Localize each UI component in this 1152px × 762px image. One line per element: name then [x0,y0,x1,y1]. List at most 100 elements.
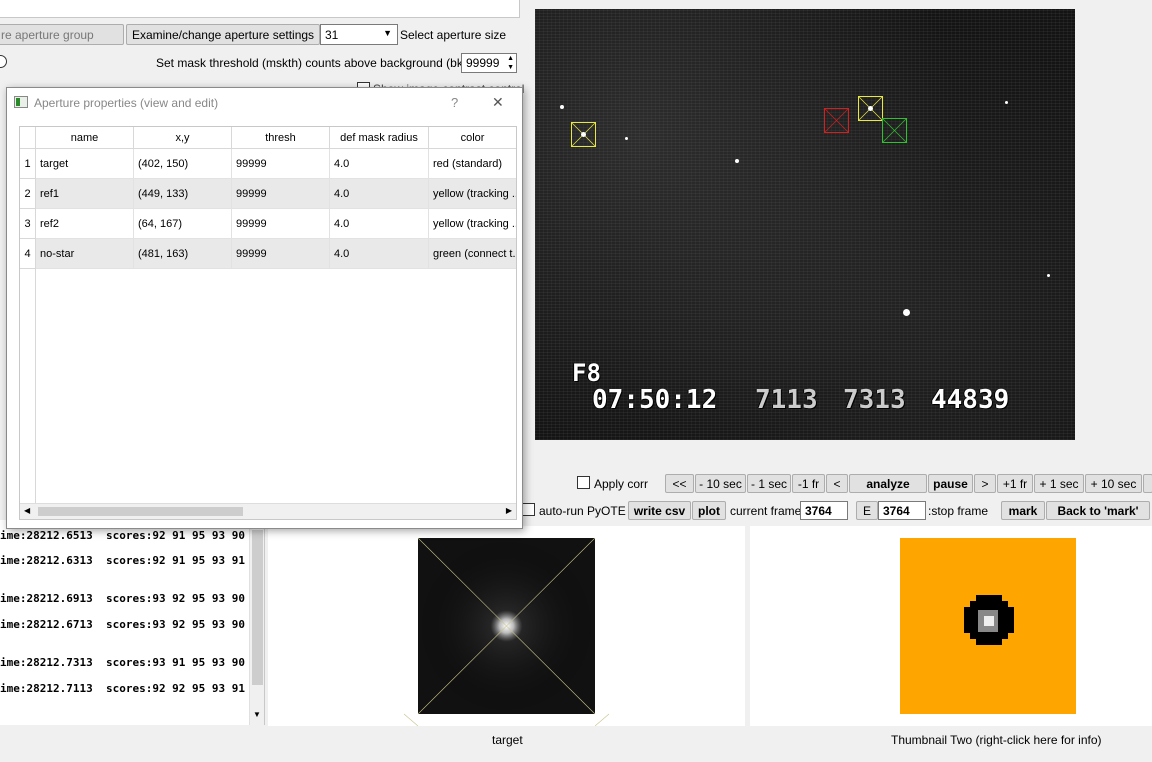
table-horizontal-scrollbar[interactable]: ◀ ▶ [20,503,516,519]
row-header-filler [20,269,36,504]
apply-corr-checkbox[interactable] [577,476,590,489]
aperture-ref2[interactable] [571,122,596,147]
cell-xy[interactable]: (64, 167) [134,209,232,239]
mask-threshold-label: Set mask threshold (mskth) counts above … [156,56,487,70]
column-header-xy[interactable]: x,y [134,127,232,149]
cell-name[interactable]: ref2 [36,209,134,239]
thumbnail-one-label: target [492,733,523,747]
star [1005,101,1008,104]
window-app-icon [14,96,28,108]
analyze-button[interactable]: analyze [849,474,927,493]
examine-aperture-settings-button[interactable]: Examine/change aperture settings [126,24,320,45]
mask-threshold-spinbox[interactable]: 99999 ▲ ▼ [461,53,517,73]
radio-button[interactable] [0,55,7,68]
osd-number-3: 44839 [931,385,1010,415]
cell-color[interactable]: yellow (tracking ... [429,179,516,209]
step-back-button[interactable]: < [826,474,848,493]
log-scroll-thumb[interactable] [252,530,263,685]
log-panel[interactable]: ime:28212.6513 scores:92 91 95 93 90 ime… [0,520,265,725]
column-header-mask-radius[interactable]: def mask radius [330,127,429,149]
plus-1-sec-button[interactable]: + 1 sec [1034,474,1084,493]
aperture-size-label: Select aperture size [400,28,507,42]
column-header-color[interactable]: color [429,127,516,149]
aperture-ref1[interactable] [858,96,883,121]
mask-threshold-value: 99999 [466,56,500,70]
star [735,159,739,163]
video-frame[interactable]: F8 07:50:12 7113 7313 44839 [535,9,1075,440]
stop-frame-field[interactable]: 3764 [878,501,926,520]
scroll-down-icon[interactable]: ▼ [253,710,261,719]
rewind-all-button[interactable]: << [665,474,694,493]
e-button[interactable]: E [856,501,878,520]
thumbnail-two-label: Thumbnail Two (right-click here for info… [891,733,1102,747]
pause-button[interactable]: pause [928,474,973,493]
thumbnail-two-image [900,538,1076,714]
table-scroll-thumb[interactable] [38,507,243,516]
apply-corr-label: Apply corr [594,477,649,491]
current-frame-field[interactable]: 3764 [800,501,848,520]
aperture-table[interactable]: name x,y thresh def mask radius color 1 … [19,126,517,520]
cell-thresh[interactable]: 99999 [232,149,330,179]
aperture-size-select[interactable]: 31 ▼ [320,24,398,45]
cell-xy[interactable]: (481, 163) [134,239,232,269]
cell-xy[interactable]: (449, 133) [134,179,232,209]
cell-thresh[interactable]: 99999 [232,179,330,209]
plot-button[interactable]: plot [692,501,726,520]
column-header-name[interactable]: name [36,127,134,149]
cell-name[interactable]: no-star [36,239,134,269]
help-icon[interactable]: ? [451,95,458,110]
row-header[interactable]: 4 [20,239,36,269]
aperture-group-button[interactable]: re aperture group [0,24,124,45]
auto-run-pyote-checkbox[interactable] [522,503,535,516]
column-header-thresh[interactable]: thresh [232,127,330,149]
log-line: ime:28212.7313 scores:93 91 95 93 90 [0,656,246,669]
cell-mask-radius[interactable]: 4.0 [330,179,429,209]
thumbnail-two-panel[interactable] [750,526,1152,726]
minus-10-sec-button[interactable]: - 10 sec [695,474,746,493]
thumbnail-one-panel[interactable] [268,526,745,726]
spin-arrows-icon[interactable]: ▲ ▼ [507,54,514,72]
log-line: ime:28212.6513 scores:92 91 95 93 90 [0,529,246,542]
cell-thresh[interactable]: 99999 [232,209,330,239]
back-to-mark-button[interactable]: Back to 'mark' [1046,501,1150,520]
dialog-title: Aperture properties (view and edit) [34,96,219,110]
cell-color[interactable]: red (standard) [429,149,516,179]
aperture-target[interactable] [824,108,849,133]
cell-thresh[interactable]: 99999 [232,239,330,269]
plus-1-frame-button[interactable]: +1 fr [997,474,1033,493]
row-header[interactable]: 1 [20,149,36,179]
cell-color[interactable]: yellow (tracking ... [429,209,516,239]
aperture-no-star[interactable] [882,118,907,143]
cell-name[interactable]: ref1 [36,179,134,209]
step-forward-button[interactable]: > [974,474,996,493]
star [1047,274,1050,277]
minus-1-sec-button[interactable]: - 1 sec [747,474,791,493]
thumbnail-one-image [403,537,610,726]
cell-mask-radius[interactable]: 4.0 [330,239,429,269]
write-csv-button[interactable]: write csv [628,501,691,520]
row-header[interactable]: 3 [20,209,36,239]
cell-color[interactable]: green (connect t... [429,239,516,269]
minus-1-frame-button[interactable]: -1 fr [792,474,825,493]
close-icon[interactable]: ✕ [492,94,504,111]
cell-xy[interactable]: (402, 150) [134,149,232,179]
log-scrollbar[interactable]: ▼ [249,520,264,725]
cell-mask-radius[interactable]: 4.0 [330,209,429,239]
mark-button[interactable]: mark [1001,501,1045,520]
cell-mask-radius[interactable]: 4.0 [330,149,429,179]
dialog-title-bar[interactable]: Aperture properties (view and edit) ? ✕ [7,88,522,118]
star [625,137,628,140]
aperture-properties-dialog[interactable]: Aperture properties (view and edit) ? ✕ … [6,87,523,529]
table-corner [20,127,36,149]
row-header[interactable]: 2 [20,179,36,209]
osd-number-2: 7313 [843,385,906,415]
cell-name[interactable]: target [36,149,134,179]
overflow-button[interactable] [1143,474,1152,493]
plus-10-sec-button[interactable]: + 10 sec [1085,474,1142,493]
scroll-right-icon[interactable]: ▶ [506,506,512,515]
auto-run-pyote-label: auto-run PyOTE [539,504,626,518]
star [560,105,564,109]
log-line: ime:28212.6313 scores:92 91 95 93 91 [0,554,246,567]
scroll-left-icon[interactable]: ◀ [24,506,30,515]
chevron-down-icon: ▼ [383,28,392,38]
